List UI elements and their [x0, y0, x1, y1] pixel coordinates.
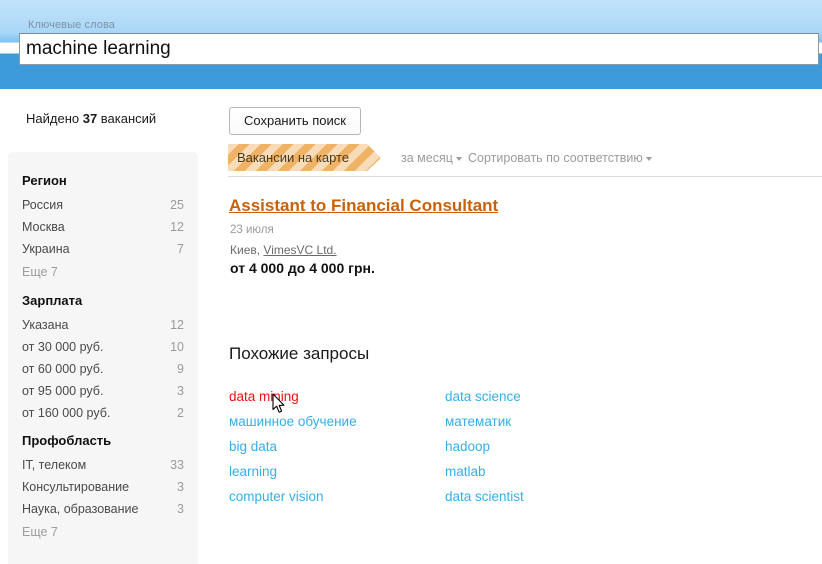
similar-query-link[interactable]: learning	[229, 459, 357, 484]
vacancy-salary: от 4 000 до 4 000 грн.	[230, 260, 375, 276]
similar-query-link[interactable]: data mining	[229, 384, 357, 409]
results-count: Найдено 37 вакансий	[26, 111, 156, 126]
facet-group-title: Зарплата	[22, 293, 83, 308]
facet-item-count: 3	[177, 480, 184, 494]
facet-item-count: 3	[177, 502, 184, 516]
facet-item-count: 10	[170, 340, 184, 354]
results-count-number: 37	[82, 111, 98, 126]
facet-item[interactable]: Консультирование 3	[22, 476, 184, 498]
facet-group-title: Профобласть	[22, 433, 112, 448]
results-count-prefix: Найдено	[26, 111, 83, 126]
keywords-label: Ключевые слова	[28, 19, 116, 31]
facet-item[interactable]: Россия 25	[22, 194, 184, 216]
sort-dropdown[interactable]: Сортировать по соответствию	[468, 151, 652, 165]
facet-show-more-profarea[interactable]: Еще 7	[22, 520, 184, 544]
facet-item-label[interactable]: Украина	[22, 242, 70, 256]
map-vacancies-banner[interactable]: Вакансии на карте	[228, 144, 380, 171]
facet-item-label[interactable]: Москва	[22, 220, 65, 234]
facet-item-label[interactable]: Наука, образование	[22, 502, 138, 516]
vacancy-title-link[interactable]: Assistant to Financial Consultant	[229, 196, 498, 216]
facet-item-count: 2	[177, 406, 184, 420]
similar-queries-column-left: data mining машинное обучение big data l…	[229, 384, 357, 509]
facet-item[interactable]: Украина 7	[22, 238, 184, 260]
period-filter-label: за месяц	[401, 151, 453, 165]
sort-dropdown-label: Сортировать по соответствию	[468, 151, 643, 165]
similar-query-link[interactable]: data science	[445, 384, 524, 409]
facet-item[interactable]: от 95 000 руб. 3	[22, 380, 184, 402]
facet-item[interactable]: от 160 000 руб. 2	[22, 402, 184, 424]
vacancy-date: 23 июля	[230, 224, 274, 236]
similar-query-link[interactable]: математик	[445, 409, 524, 434]
similar-query-link[interactable]: big data	[229, 434, 357, 459]
facet-item[interactable]: Указана 12	[22, 314, 184, 336]
similar-query-link[interactable]: машинное обучение	[229, 409, 357, 434]
vacancy-company-link[interactable]: VimesVC Ltd.	[263, 243, 336, 257]
facet-item-count: 33	[170, 458, 184, 472]
facet-item[interactable]: от 60 000 руб. 9	[22, 358, 184, 380]
similar-query-link[interactable]: computer vision	[229, 484, 357, 509]
facet-item-label[interactable]: от 60 000 руб.	[22, 362, 103, 376]
facet-item-count: 3	[177, 384, 184, 398]
facet-item-count: 12	[170, 220, 184, 234]
ribbon-notch-icon	[367, 144, 380, 171]
chevron-down-icon	[455, 156, 462, 161]
period-filter-dropdown[interactable]: за месяц	[401, 151, 462, 165]
facet-group-salary: Зарплата Указана 12 от 30 000 руб. 10 от…	[22, 293, 184, 424]
facet-item-count: 7	[177, 242, 184, 256]
similar-query-link[interactable]: matlab	[445, 459, 524, 484]
facet-group-profarea: Профобласть IT, телеком 33 Консультирова…	[22, 433, 184, 544]
similar-query-link[interactable]: hadoop	[445, 434, 524, 459]
main-content: Вакансии на карте за месяц Сортировать п…	[228, 0, 822, 564]
chevron-down-icon	[645, 156, 652, 161]
similar-query-link[interactable]: data scientist	[445, 484, 524, 509]
results-count-suffix: вакансий	[97, 111, 157, 126]
facet-group-region: Регион Россия 25 Москва 12 Украина 7 Еще…	[22, 173, 184, 284]
facet-item[interactable]: IT, телеком 33	[22, 454, 184, 476]
toolbar-divider	[228, 176, 822, 177]
facet-show-more-region[interactable]: Еще 7	[22, 260, 184, 284]
facet-item[interactable]: Москва 12	[22, 216, 184, 238]
facet-item-label[interactable]: Россия	[22, 198, 63, 212]
map-vacancies-banner-label: Вакансии на карте	[236, 150, 350, 165]
facet-item[interactable]: от 30 000 руб. 10	[22, 336, 184, 358]
vacancy-location: Киев, VimesVC Ltd.	[230, 243, 337, 257]
similar-queries-column-right: data science математик hadoop matlab dat…	[445, 384, 524, 509]
facet-item-label[interactable]: IT, телеком	[22, 458, 86, 472]
vacancy-city: Киев,	[230, 243, 264, 257]
facet-sidebar: Регион Россия 25 Москва 12 Украина 7 Еще…	[8, 152, 198, 564]
facet-item-label[interactable]: от 30 000 руб.	[22, 340, 103, 354]
facet-item-label[interactable]: Консультирование	[22, 480, 129, 494]
similar-queries-heading: Похожие запросы	[229, 344, 370, 363]
facet-item-count: 12	[170, 318, 184, 332]
facet-item-count: 25	[170, 198, 184, 212]
facet-item-count: 9	[177, 362, 184, 376]
facet-item-label[interactable]: от 95 000 руб.	[22, 384, 103, 398]
facet-item-label[interactable]: от 160 000 руб.	[22, 406, 110, 420]
facet-item[interactable]: Наука, образование 3	[22, 498, 184, 520]
facet-item-label[interactable]: Указана	[22, 318, 68, 332]
facet-group-title: Регион	[22, 173, 67, 188]
